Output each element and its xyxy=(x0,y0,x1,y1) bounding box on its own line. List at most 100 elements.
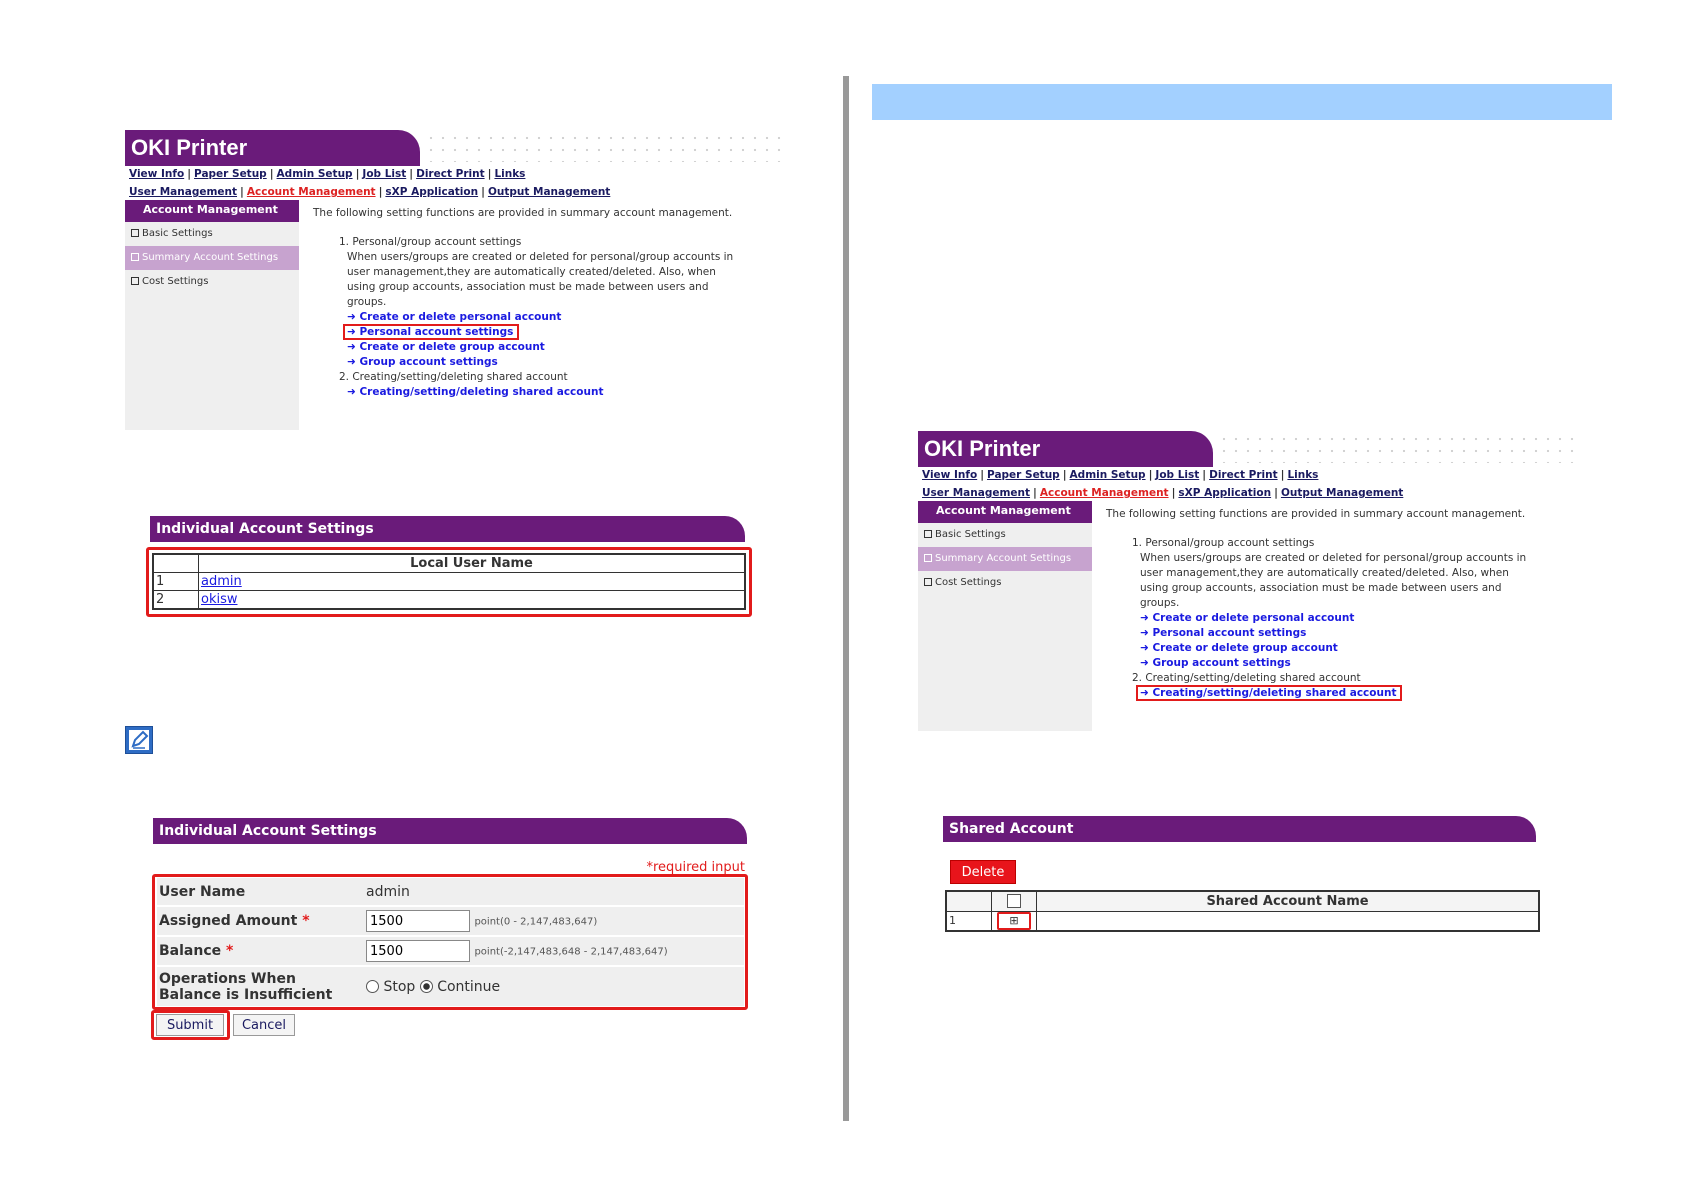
balance-input[interactable] xyxy=(366,940,470,962)
nav-sxp-application[interactable]: sXP Application xyxy=(1178,487,1271,499)
nav-paper-setup[interactable]: Paper Setup xyxy=(987,469,1060,481)
nav-view-info[interactable]: View Info xyxy=(129,168,184,180)
user-name-label: User Name xyxy=(157,878,360,907)
highlight-box: ➜ Personal account settings xyxy=(343,324,520,340)
checkbox-icon xyxy=(924,554,932,562)
expand-cell: ⊞ xyxy=(991,910,1037,931)
balance-label: Balance * xyxy=(157,936,360,967)
nav-account-management[interactable]: Account Management xyxy=(1040,487,1169,499)
individual-form-header: Individual Account Settings xyxy=(153,818,747,844)
nav-view-info[interactable]: View Info xyxy=(922,469,977,481)
link-create-delete-personal[interactable]: ➜ Create or delete personal account xyxy=(313,310,773,325)
nav-output-management[interactable]: Output Management xyxy=(488,186,610,198)
nav-links[interactable]: Links xyxy=(1287,469,1318,481)
link-label: Personal account settings xyxy=(1152,627,1307,639)
nav-row-1: View Info | Paper Setup | Admin Setup | Job Li… xyxy=(129,168,526,180)
link-create-delete-group[interactable]: ➜ Create or delete group account xyxy=(1106,641,1566,656)
nav-user-management[interactable]: User Management xyxy=(922,487,1030,499)
expand-icon[interactable]: ⊞ xyxy=(997,911,1031,930)
arrow-right-icon: ➜ xyxy=(347,386,356,398)
sidebar-item-summary-account-settings[interactable]: Summary Account Settings xyxy=(918,547,1092,571)
checkbox-icon xyxy=(131,253,139,261)
sidebar-item-basic-settings[interactable]: Basic Settings xyxy=(125,222,299,246)
select-all-checkbox[interactable] xyxy=(1007,894,1021,909)
user-link-admin[interactable]: admin xyxy=(198,572,746,591)
sidebar-item-cost-settings[interactable]: Cost Settings xyxy=(918,571,1092,595)
user-link-okisw[interactable]: okisw xyxy=(198,590,746,609)
user-name-value: admin xyxy=(360,878,744,907)
section-1-desc-2: user management,they are automatically c… xyxy=(347,266,716,278)
link-label: Group account settings xyxy=(359,356,498,368)
nav-output-management[interactable]: Output Management xyxy=(1281,487,1403,499)
link-shared-account[interactable]: ➜ Creating/setting/deleting shared accou… xyxy=(313,385,773,400)
required-asterisk: * xyxy=(226,943,234,959)
individual-list-header: Individual Account Settings xyxy=(150,516,745,542)
user-link-label[interactable]: admin xyxy=(201,574,242,589)
sidebar: Account Management Basic Settings Summar… xyxy=(125,200,299,430)
nav-job-list[interactable]: Job List xyxy=(362,168,406,180)
nav-account-management[interactable]: Account Management xyxy=(247,186,376,198)
nav-links[interactable]: Links xyxy=(494,168,525,180)
arrow-right-icon: ➜ xyxy=(347,356,356,368)
page-divider xyxy=(843,76,849,1121)
checkbox-icon xyxy=(924,530,932,538)
sidebar-header: Account Management xyxy=(918,501,1092,523)
link-group-account-settings[interactable]: ➜ Group account settings xyxy=(313,355,773,370)
link-label: Create or delete personal account xyxy=(1152,612,1355,624)
link-label: Group account settings xyxy=(1152,657,1291,669)
balance-cell: point(-2,147,483,648 - 2,147,483,647) xyxy=(360,936,744,967)
nav-sxp-application[interactable]: sXP Application xyxy=(385,186,478,198)
radio-continue[interactable] xyxy=(419,980,433,993)
section-1-desc-1: When users/groups are created or deleted… xyxy=(347,251,734,263)
label-text: Balance xyxy=(159,943,222,959)
sidebar-item-label: Summary Account Settings xyxy=(142,252,279,263)
nav-user-management[interactable]: User Management xyxy=(129,186,237,198)
user-link-label[interactable]: okisw xyxy=(201,592,238,607)
link-group-account-settings[interactable]: ➜ Group account settings xyxy=(1106,656,1566,671)
nav-direct-print[interactable]: Direct Print xyxy=(416,168,484,180)
sidebar-item-basic-settings[interactable]: Basic Settings xyxy=(918,523,1092,547)
link-label: Creating/setting/deleting shared account xyxy=(359,386,604,398)
operations-label: Operations When Balance is Insufficient xyxy=(157,966,360,1006)
nav-paper-setup[interactable]: Paper Setup xyxy=(194,168,267,180)
submit-button[interactable]: Submit xyxy=(156,1014,224,1036)
content-area: The following setting functions are prov… xyxy=(313,206,773,400)
sidebar-item-cost-settings[interactable]: Cost Settings xyxy=(125,270,299,294)
link-create-delete-group[interactable]: ➜ Create or delete group account xyxy=(313,340,773,355)
checkbox-icon xyxy=(924,578,932,586)
arrow-right-icon: ➜ xyxy=(347,311,356,323)
account-form: User Name admin Assigned Amount * point(… xyxy=(157,878,744,1006)
balance-range-hint: point(-2,147,483,648 - 2,147,483,647) xyxy=(474,946,668,958)
nav-row-2: User Management | Account Management | sXP A… xyxy=(922,487,1404,499)
section-1-desc-1: When users/groups are created or deleted… xyxy=(1140,552,1527,564)
sidebar-item-summary-account-settings[interactable]: Summary Account Settings xyxy=(125,246,299,270)
content-area: The following setting functions are prov… xyxy=(1106,507,1566,701)
checkbox-icon xyxy=(131,277,139,285)
required-asterisk: * xyxy=(302,913,310,929)
section-1-title: 1. Personal/group account settings xyxy=(1132,537,1315,549)
table-header-no xyxy=(152,553,199,573)
link-personal-account-settings[interactable]: ➜ Personal account settings xyxy=(1106,626,1566,641)
nav-job-list[interactable]: Job List xyxy=(1155,469,1199,481)
table-header-shared-account-name: Shared Account Name xyxy=(1036,890,1540,912)
arrow-right-icon: ➜ xyxy=(1140,687,1149,699)
cancel-button[interactable]: Cancel xyxy=(233,1014,295,1036)
section-1-desc-4: groups. xyxy=(347,296,387,308)
arrow-right-icon: ➜ xyxy=(1140,612,1149,624)
delete-button[interactable]: Delete xyxy=(950,860,1016,884)
table-header-local-user-name: Local User Name xyxy=(198,553,746,573)
row-number: 1 xyxy=(945,910,992,931)
link-shared-account[interactable]: ➜ Creating/setting/deleting shared accou… xyxy=(1106,685,1566,701)
intro-text: The following setting functions are prov… xyxy=(1106,508,1526,520)
link-personal-account-settings[interactable]: ➜ Personal account settings xyxy=(313,324,773,340)
assigned-amount-input[interactable] xyxy=(366,910,470,932)
nav-direct-print[interactable]: Direct Print xyxy=(1209,469,1277,481)
link-create-delete-personal[interactable]: ➜ Create or delete personal account xyxy=(1106,611,1566,626)
label-line-2: Balance is Insufficient xyxy=(159,986,333,1003)
oki-page-left: OKI Printer View Info | Paper Setup | Admin … xyxy=(125,130,785,430)
required-note: *required input xyxy=(646,860,745,875)
table-row: 2 okisw xyxy=(152,590,746,609)
nav-admin-setup[interactable]: Admin Setup xyxy=(277,168,353,180)
radio-stop[interactable] xyxy=(366,980,379,993)
nav-admin-setup[interactable]: Admin Setup xyxy=(1070,469,1146,481)
